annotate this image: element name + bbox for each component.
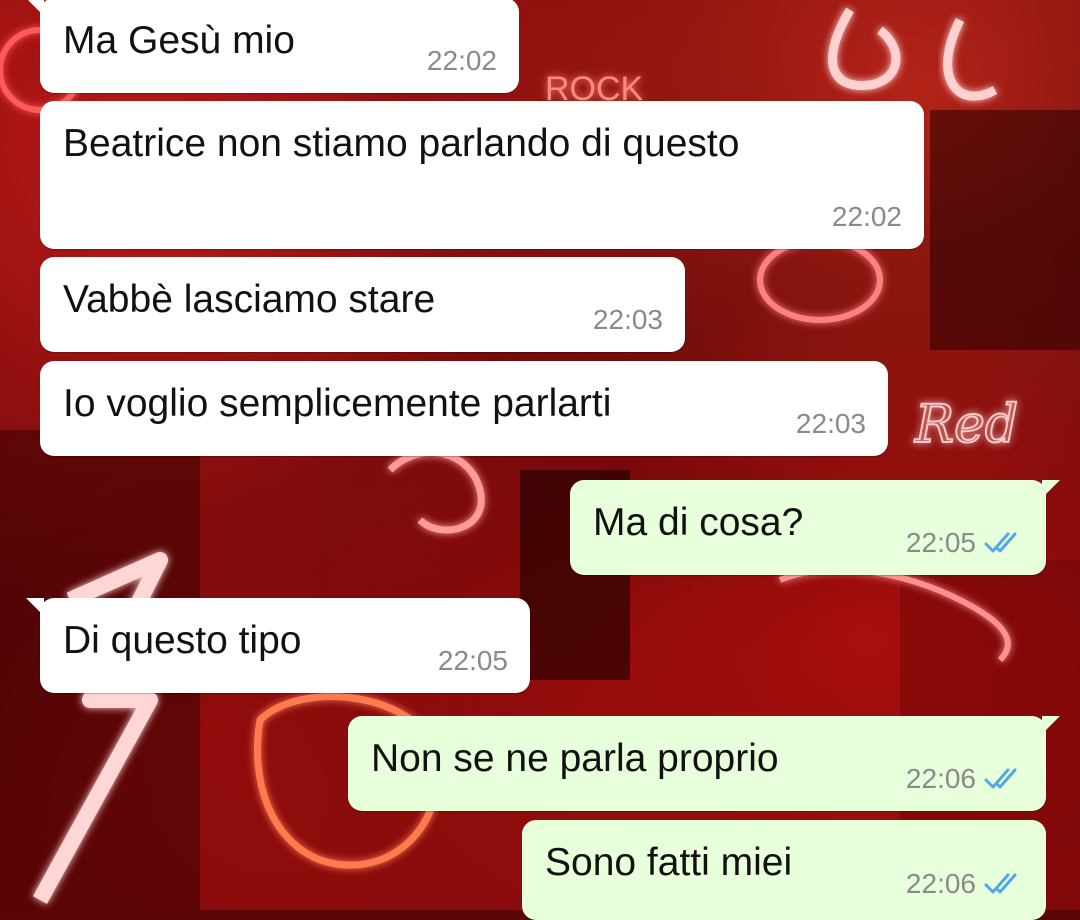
message-incoming[interactable]: Ma Gesù mio 22:02 — [26, 0, 519, 93]
message-time: 22:02 — [831, 201, 902, 232]
message-text: Vabbè lasciamo stare — [63, 278, 436, 321]
double-check-read-icon — [984, 768, 1017, 789]
message-incoming[interactable]: Beatrice non stiamo parlando di questo 2… — [40, 101, 924, 249]
bubble-tail — [1042, 480, 1060, 498]
message-meta: 22:06 — [906, 868, 1024, 900]
message-meta: 22:02 — [832, 201, 902, 233]
bubble-tail — [1042, 716, 1060, 734]
message-text: Sono fatti miei — [545, 841, 793, 884]
message-text: Non se ne parla proprio — [371, 737, 779, 780]
message-text: Di questo tipo — [63, 619, 302, 662]
message-time: 22:05 — [905, 527, 976, 558]
double-check-read-icon — [984, 873, 1017, 894]
message-outgoing[interactable]: Ma di cosa? 22:05 — [570, 480, 1060, 575]
message-incoming[interactable]: Io voglio semplicemente parlarti 22:03 — [40, 361, 888, 456]
message-time: 22:02 — [426, 45, 497, 76]
message-meta: 22:06 — [906, 763, 1024, 795]
message-meta: 22:03 — [593, 304, 663, 336]
message-meta: 22:02 — [427, 45, 497, 77]
message-time: 22:05 — [437, 645, 508, 676]
message-text: Ma di cosa? — [593, 501, 804, 544]
message-outgoing[interactable]: Sono fatti miei 22:06 — [522, 820, 1046, 920]
message-incoming[interactable]: Vabbè lasciamo stare 22:03 — [40, 257, 685, 352]
bubble-tail — [26, 0, 44, 16]
bubble-tail — [26, 598, 44, 616]
message-text: Beatrice non stiamo parlando di questo — [63, 122, 740, 165]
message-time: 22:06 — [905, 763, 976, 794]
message-time: 22:03 — [795, 408, 866, 439]
message-meta: 22:03 — [796, 408, 866, 440]
message-meta: 22:05 — [906, 527, 1024, 559]
message-meta: 22:05 — [438, 645, 508, 677]
message-text: Ma Gesù mio — [63, 19, 295, 62]
double-check-read-icon — [984, 532, 1017, 553]
message-text: Io voglio semplicemente parlarti — [63, 382, 612, 425]
message-time: 22:03 — [592, 304, 663, 335]
chat-conversation: Ma Gesù mio 22:02 Beatrice non stiamo pa… — [0, 0, 1080, 920]
message-time: 22:06 — [905, 868, 976, 899]
message-outgoing[interactable]: Non se ne parla proprio 22:06 — [348, 716, 1060, 811]
message-incoming[interactable]: Di questo tipo 22:05 — [26, 598, 530, 693]
